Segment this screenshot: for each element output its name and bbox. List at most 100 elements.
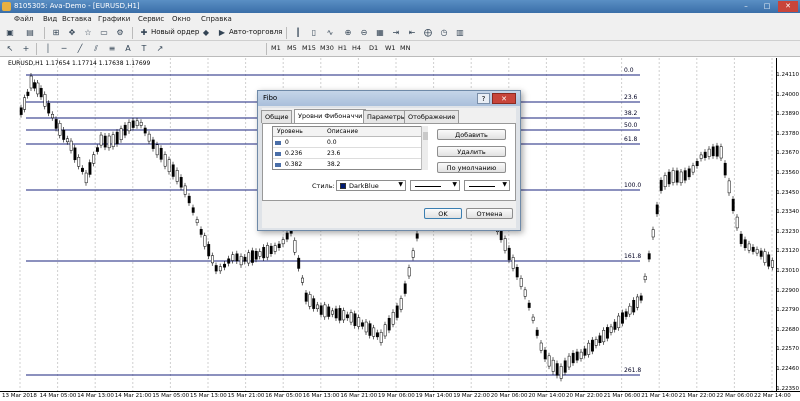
- line-width-select[interactable]: ▼: [464, 180, 510, 191]
- horizontal-line-icon[interactable]: ─: [58, 43, 70, 55]
- candle-body: [66, 138, 69, 143]
- market-watch-icon[interactable]: ⊞: [50, 27, 62, 39]
- levels-table-header: Уровень Описание: [273, 127, 423, 137]
- maximize-button[interactable]: □: [757, 1, 777, 12]
- candle-body: [527, 302, 531, 308]
- candle-body: [73, 147, 77, 161]
- cursor-icon[interactable]: ↖: [4, 43, 16, 55]
- tab-fib-levels[interactable]: Уровни Фибоначчи: [294, 109, 367, 123]
- trendline-icon[interactable]: ╱: [74, 43, 86, 55]
- candle-body: [567, 355, 571, 368]
- new-order-button[interactable]: Новый ордер: [151, 28, 199, 36]
- levels-scrollbar[interactable]: [421, 126, 428, 170]
- candle-body: [119, 128, 123, 140]
- candle-body: [269, 245, 273, 254]
- price-label: 1.23890: [776, 111, 799, 118]
- data-window-icon[interactable]: ✥: [66, 27, 78, 39]
- menu-bar: Файл Вид Вставка Графики Сервис Окно Спр…: [0, 13, 800, 25]
- minimize-button[interactable]: –: [736, 1, 756, 12]
- add-button[interactable]: Добавить: [437, 129, 506, 140]
- level-row-icon: [275, 163, 281, 167]
- menu-window[interactable]: Окно: [172, 15, 191, 23]
- candlestick-icon[interactable]: ▯: [308, 27, 320, 39]
- candle-body: [266, 245, 269, 258]
- tf-m1[interactable]: M1: [271, 44, 281, 52]
- table-row[interactable]: 0.382 38.2: [273, 160, 423, 169]
- menu-view[interactable]: Вид: [43, 15, 57, 23]
- table-row[interactable]: 0.236 23.6: [273, 149, 423, 159]
- new-chart-icon[interactable]: ▣: [4, 27, 16, 39]
- label-icon[interactable]: T: [138, 43, 150, 55]
- menu-tools[interactable]: Сервис: [138, 15, 164, 23]
- zoom-in-icon[interactable]: ⊕: [342, 27, 354, 39]
- tf-h4[interactable]: H4: [352, 44, 361, 52]
- candle-body: [695, 161, 699, 167]
- text-icon[interactable]: A: [122, 43, 134, 55]
- default-button[interactable]: По умолчанию: [437, 162, 506, 173]
- arrow-icon[interactable]: ↗: [154, 43, 166, 55]
- tab-visualization[interactable]: Отображение: [404, 110, 460, 123]
- autoscroll-icon[interactable]: ⇥: [390, 27, 402, 39]
- line-chart-icon[interactable]: ∿: [324, 27, 336, 39]
- line-style-preview: [415, 186, 441, 187]
- chart-shift-icon[interactable]: ⇤: [406, 27, 418, 39]
- candle-body: [227, 258, 231, 264]
- zoom-out-icon[interactable]: ⊖: [358, 27, 370, 39]
- menu-charts[interactable]: Графики: [98, 15, 130, 23]
- menu-help[interactable]: Справка: [201, 15, 232, 23]
- tf-m5[interactable]: M5: [287, 44, 297, 52]
- navigator-icon[interactable]: ☆: [82, 27, 94, 39]
- cancel-button[interactable]: Отмена: [466, 208, 513, 219]
- tab-general[interactable]: Общие: [261, 110, 293, 123]
- tile-windows-icon[interactable]: ▦: [374, 27, 386, 39]
- fibo-icon[interactable]: ≡: [106, 43, 118, 55]
- new-order-icon[interactable]: ✚: [138, 27, 150, 39]
- candle-body: [342, 310, 346, 321]
- fib-level-label: 261.8: [624, 367, 642, 374]
- channel-icon[interactable]: ⫽: [90, 43, 102, 55]
- candle-body: [687, 168, 691, 178]
- ok-button[interactable]: OK: [424, 208, 462, 219]
- tf-d1[interactable]: D1: [369, 44, 378, 52]
- candle-body: [763, 251, 767, 263]
- candle-body: [47, 103, 51, 114]
- time-label: 14 Mar 13:00: [77, 393, 114, 399]
- menu-insert[interactable]: Вставка: [62, 15, 92, 23]
- profiles-icon[interactable]: ▤: [24, 27, 36, 39]
- candle-body: [179, 177, 183, 188]
- crosshair-icon[interactable]: +: [20, 43, 32, 55]
- auto-trading-icon[interactable]: ▶: [216, 27, 228, 39]
- help-button[interactable]: ?: [477, 93, 490, 104]
- candle-body: [43, 94, 47, 107]
- templates-icon[interactable]: ▥: [454, 27, 466, 39]
- menu-file[interactable]: Файл: [14, 15, 33, 23]
- delete-button[interactable]: Удалить: [437, 146, 506, 157]
- tf-w1[interactable]: W1: [385, 44, 396, 52]
- candle-body: [251, 250, 254, 263]
- tf-mn[interactable]: MN: [400, 44, 410, 52]
- candle-body: [139, 122, 143, 126]
- dialog-titlebar: Fibo ? ✕: [258, 91, 520, 106]
- tf-h1[interactable]: H1: [338, 44, 347, 52]
- bar-chart-icon[interactable]: ┃: [292, 27, 304, 39]
- indicators-icon[interactable]: ⨁: [422, 27, 434, 39]
- close-button[interactable]: ✕: [778, 1, 798, 12]
- price-label: 1.23560: [776, 170, 799, 176]
- tester-icon[interactable]: ⚙: [114, 27, 126, 39]
- levels-table[interactable]: Уровень Описание 0 0.0 0.236 23.6 0.382 …: [272, 126, 424, 170]
- time-label: 15 Mar 05:00: [152, 393, 190, 399]
- vertical-line-icon[interactable]: │: [42, 43, 54, 55]
- tf-m30[interactable]: M30: [320, 44, 334, 52]
- auto-trading-button[interactable]: Авто-торговля: [229, 28, 282, 36]
- dialog-close-button[interactable]: ✕: [492, 93, 516, 104]
- line-style-select[interactable]: ▼: [410, 180, 460, 191]
- tab-parameters[interactable]: Параметры: [363, 110, 410, 123]
- meta-editor-icon[interactable]: ◆: [200, 27, 212, 39]
- table-row[interactable]: 0 0.0: [273, 138, 423, 148]
- candle-body: [96, 147, 99, 152]
- terminal-icon[interactable]: ▭: [98, 27, 110, 39]
- periods-icon[interactable]: ◷: [438, 27, 450, 39]
- tf-m15[interactable]: M15: [302, 44, 316, 52]
- col-description: Описание: [327, 128, 359, 135]
- color-select[interactable]: DarkBlue ▼: [336, 180, 406, 191]
